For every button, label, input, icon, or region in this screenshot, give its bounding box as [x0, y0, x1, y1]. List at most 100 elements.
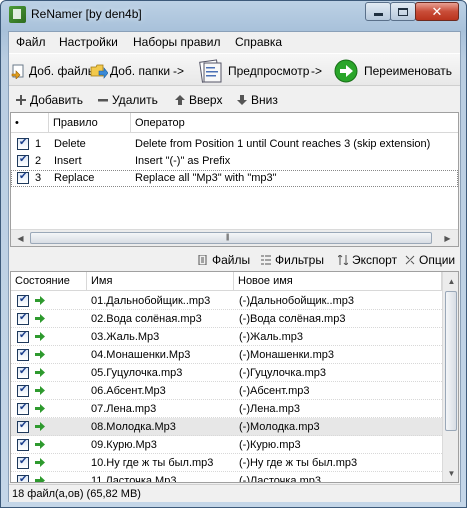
app-window: ReNamer [by den4b] ✕ Файл Настройки Набо… — [0, 0, 467, 508]
menu-settings[interactable]: Настройки — [59, 35, 118, 49]
file-new-name: (-)Курю.mp3 — [239, 439, 301, 451]
preview-icon — [199, 58, 222, 83]
add-files-button[interactable]: Доб. файлы — [11, 54, 96, 87]
files-tab[interactable]: Файлы — [198, 253, 250, 267]
file-checkbox[interactable] — [17, 348, 29, 361]
file-row[interactable]: 01.Дальнобойщик..mp3 (-)Дальнобойщик..mp3 — [11, 292, 442, 310]
rules-operator-header[interactable]: Оператор — [131, 113, 458, 133]
rules-toolbar: Добавить Удалить Вверх Вниз — [9, 88, 460, 112]
file-checkbox[interactable] — [17, 456, 29, 469]
menu-file[interactable]: Файл — [16, 35, 46, 49]
rule-number: 2 — [35, 155, 42, 167]
remove-rule-button[interactable]: Удалить — [98, 93, 158, 107]
status-ok-arrow-icon — [35, 440, 45, 449]
rule-operator: Insert "(-)" as Prefix — [135, 155, 231, 167]
file-new-name: (-)Монашенки.mp3 — [239, 349, 335, 361]
file-new-name: (-)Жаль.mp3 — [239, 331, 303, 343]
toolbar-arrow-1: -> — [173, 63, 185, 78]
add-rule-button[interactable]: Добавить — [16, 93, 83, 107]
scroll-right-icon[interactable]: ▶ — [439, 230, 456, 246]
file-new-name: (-)Ласточка.mp3 — [239, 475, 321, 483]
renamer-app-icon — [9, 6, 26, 23]
scroll-thumb[interactable] — [445, 291, 457, 431]
file-new-name: (-)Вода солёная.mp3 — [239, 313, 346, 325]
rule-row-focused[interactable]: 3 Replace Replace all "Mp3" with "mp3" — [11, 170, 458, 187]
filters-tab[interactable]: Фильтры — [261, 253, 324, 267]
file-row[interactable]: 08.Молодка.Mp3 (-)Молодка.mp3 — [11, 418, 442, 436]
file-row[interactable]: 05.Гуцулочка.mp3 (-)Гуцулочка.mp3 — [11, 364, 442, 382]
file-name: 01.Дальнобойщик..mp3 — [91, 295, 211, 307]
menu-presets[interactable]: Наборы правил — [133, 35, 220, 49]
file-row[interactable]: 03.Жаль.Mp3 (-)Жаль.mp3 — [11, 328, 442, 346]
status-ok-arrow-icon — [35, 458, 45, 467]
menu-help[interactable]: Справка — [235, 35, 282, 49]
rule-number: 3 — [35, 172, 42, 184]
file-name: 03.Жаль.Mp3 — [91, 331, 160, 343]
file-checkbox[interactable] — [17, 366, 29, 379]
name-column-header[interactable]: Имя — [87, 272, 234, 291]
file-new-name: (-)Ну где ж ты был.mp3 — [239, 457, 358, 469]
rule-name: Delete — [54, 138, 86, 150]
rule-row[interactable]: 1 Delete Delete from Position 1 until Co… — [11, 136, 458, 153]
file-name: 11.Ласточка.Mp3 — [91, 475, 177, 483]
files-icon — [198, 255, 207, 265]
title-bar[interactable]: ReNamer [by den4b] ✕ — [1, 1, 466, 29]
file-row[interactable]: 11.Ласточка.Mp3 (-)Ласточка.mp3 — [11, 472, 442, 483]
file-row[interactable]: 02.Вода солёная.mp3 (-)Вода солёная.mp3 — [11, 310, 442, 328]
move-up-button[interactable]: Вверх — [175, 93, 222, 107]
file-name: 09.Курю.Mp3 — [91, 439, 157, 451]
scroll-down-icon[interactable]: ▼ — [443, 465, 458, 481]
file-checkbox[interactable] — [17, 312, 29, 325]
file-checkbox[interactable] — [17, 402, 29, 415]
files-grid: Состояние Имя Новое имя 01.Дальнобойщик.… — [10, 271, 459, 483]
file-row[interactable]: 07.Лена.mp3 (-)Лена.mp3 — [11, 400, 442, 418]
rule-checkbox[interactable] — [17, 137, 29, 150]
file-row[interactable]: 10.Ну где ж ты был.mp3 (-)Ну где ж ты был… — [11, 454, 442, 472]
file-row[interactable]: 06.Абсент.Mp3 (-)Абсент.mp3 — [11, 382, 442, 400]
file-new-name: (-)Дальнобойщик..mp3 — [239, 295, 354, 307]
close-button[interactable]: ✕ — [415, 2, 459, 21]
file-name: 04.Монашенки.Mp3 — [91, 349, 191, 361]
rename-button[interactable]: Переименовать — [334, 54, 452, 87]
export-tab[interactable]: Экспорт — [338, 253, 397, 267]
file-new-name: (-)Гуцулочка.mp3 — [239, 367, 327, 379]
file-new-name: (-)Абсент.mp3 — [239, 385, 310, 397]
move-down-button[interactable]: Вниз — [237, 93, 278, 107]
maximize-button[interactable] — [390, 2, 416, 21]
new-name-column-header[interactable]: Новое имя — [234, 272, 442, 291]
file-row[interactable]: 04.Монашенки.Mp3 (-)Монашенки.mp3 — [11, 346, 442, 364]
file-checkbox[interactable] — [17, 384, 29, 397]
file-checkbox[interactable] — [17, 420, 29, 433]
options-tab[interactable]: Опции — [405, 253, 455, 267]
files-vertical-scrollbar[interactable]: ▲ ▼ — [442, 272, 458, 482]
rules-rule-header[interactable]: Правило — [49, 113, 131, 133]
file-checkbox[interactable] — [17, 294, 29, 307]
state-column-header[interactable]: Состояние — [11, 272, 87, 291]
rule-operator: Replace all "Mp3" with "mp3" — [135, 172, 277, 184]
rule-checkbox[interactable] — [17, 171, 29, 184]
rule-checkbox[interactable] — [17, 154, 29, 167]
file-name: 08.Молодка.Mp3 — [91, 421, 176, 433]
rule-row[interactable]: 2 Insert Insert "(-)" as Prefix — [11, 153, 458, 170]
scroll-thumb[interactable]: ||| — [30, 232, 432, 244]
maximize-icon — [398, 7, 408, 16]
scroll-left-icon[interactable]: ◀ — [12, 230, 29, 246]
rules-sort-header[interactable]: • — [11, 113, 49, 133]
scroll-up-icon[interactable]: ▲ — [443, 273, 458, 289]
preview-button[interactable]: Предпросмотр — [198, 54, 309, 87]
file-checkbox[interactable] — [17, 438, 29, 451]
status-ok-arrow-icon — [35, 386, 45, 395]
minimize-button[interactable] — [365, 2, 391, 21]
file-new-name: (-)Молодка.mp3 — [239, 421, 320, 433]
file-checkbox[interactable] — [17, 474, 29, 482]
file-checkbox[interactable] — [17, 330, 29, 343]
status-ok-arrow-icon — [35, 404, 45, 413]
file-name: 10.Ну где ж ты был.mp3 — [91, 457, 214, 469]
rules-horizontal-scrollbar[interactable]: ◀ ||| ▶ — [11, 229, 458, 246]
file-row[interactable]: 09.Курю.Mp3 (-)Курю.mp3 — [11, 436, 442, 454]
add-folders-button[interactable]: Доб. папки — [90, 54, 170, 87]
rule-name: Insert — [54, 155, 82, 167]
add-folder-icon — [90, 64, 108, 79]
plus-icon — [16, 95, 26, 105]
rules-grid: • Правило Оператор 1 Delete Delete from … — [10, 112, 459, 247]
